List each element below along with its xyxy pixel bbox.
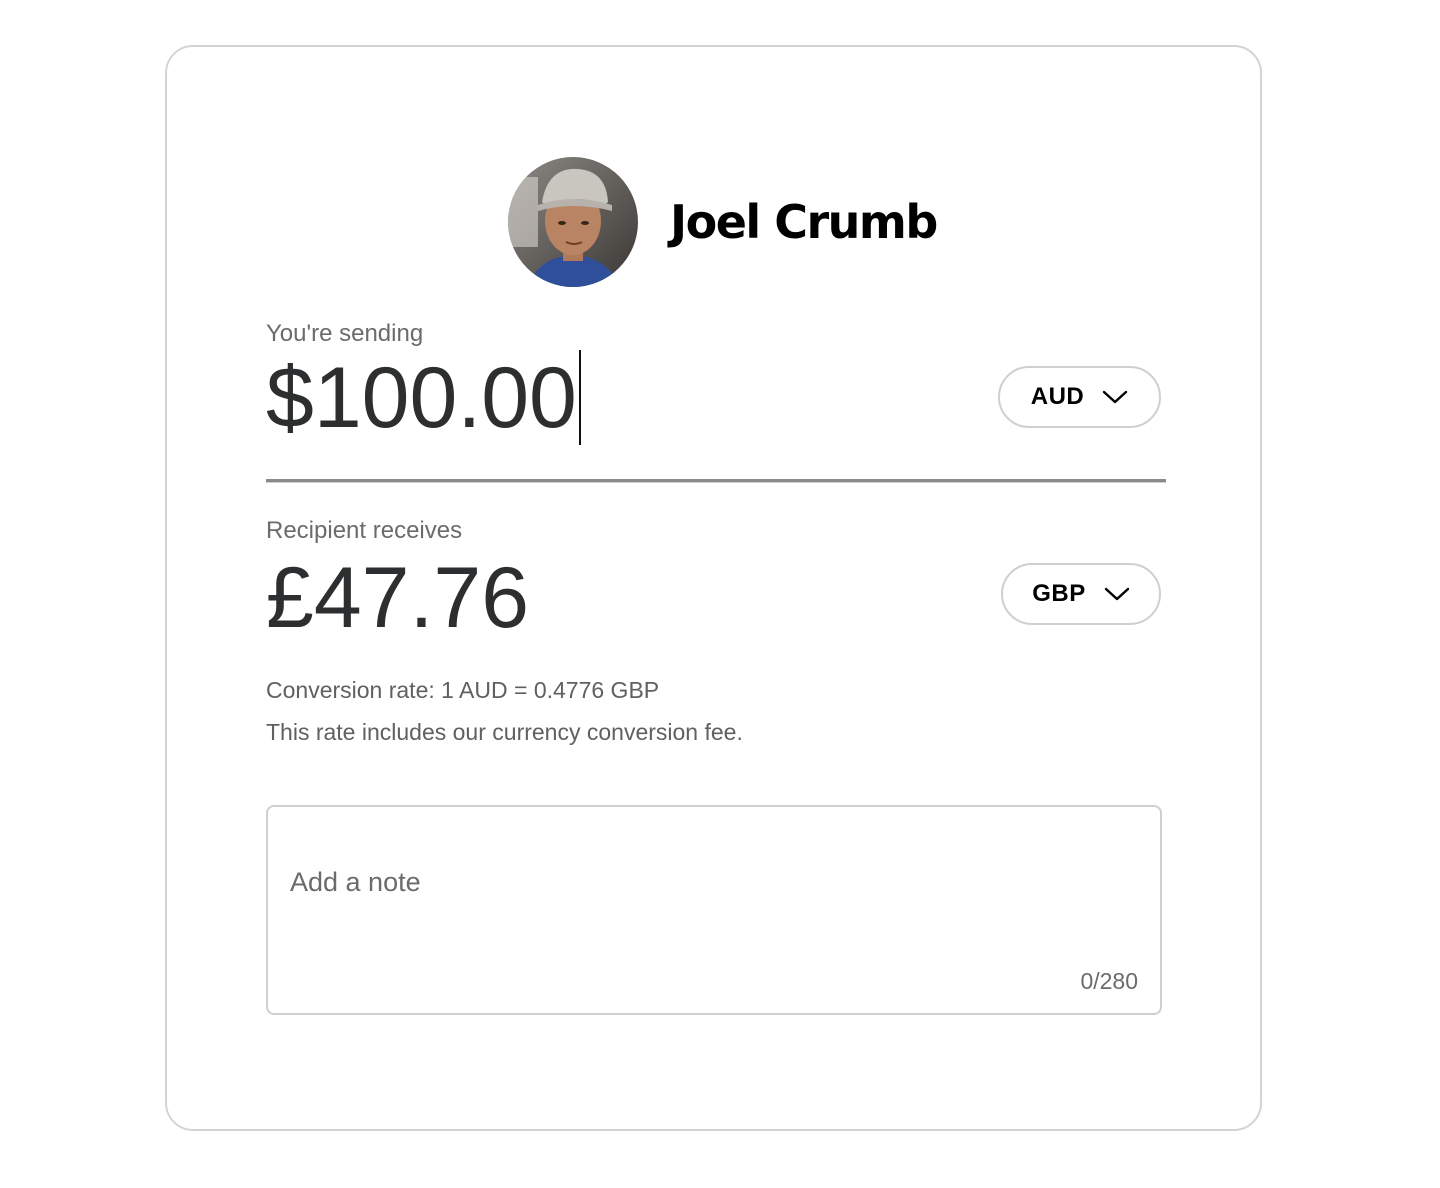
chevron-down-icon	[1102, 389, 1128, 405]
receiving-amount-value: £47.76	[266, 550, 530, 646]
chevron-down-icon	[1104, 586, 1130, 602]
note-field[interactable]: 0/280	[266, 805, 1162, 1015]
sending-currency-select[interactable]: AUD	[998, 366, 1161, 428]
recipient-header: Joel Crumb	[508, 157, 938, 287]
receiving-currency-code: GBP	[1032, 580, 1086, 607]
recipient-name: Joel Crumb	[670, 195, 938, 249]
avatar	[508, 157, 638, 287]
receiving-label: Recipient receives	[266, 517, 463, 544]
text-cursor	[578, 350, 581, 445]
conversion-fee-text: This rate includes our currency conversi…	[266, 719, 743, 745]
sending-label: You're sending	[266, 320, 424, 347]
receiving-amount: £47.76	[266, 555, 529, 641]
avatar-photo	[508, 157, 638, 287]
amount-divider	[266, 479, 1166, 483]
sending-amount-value: $100.00	[266, 349, 577, 446]
receiving-currency-select[interactable]: GBP	[1001, 563, 1161, 625]
conversion-rate-text: Conversion rate: 1 AUD = 0.4776 GBP	[266, 677, 660, 703]
note-character-counter: 0/280	[1080, 968, 1138, 994]
sending-amount-input[interactable]: $100.00	[266, 350, 581, 445]
sending-currency-code: AUD	[1030, 383, 1085, 410]
note-input[interactable]	[290, 867, 1130, 898]
